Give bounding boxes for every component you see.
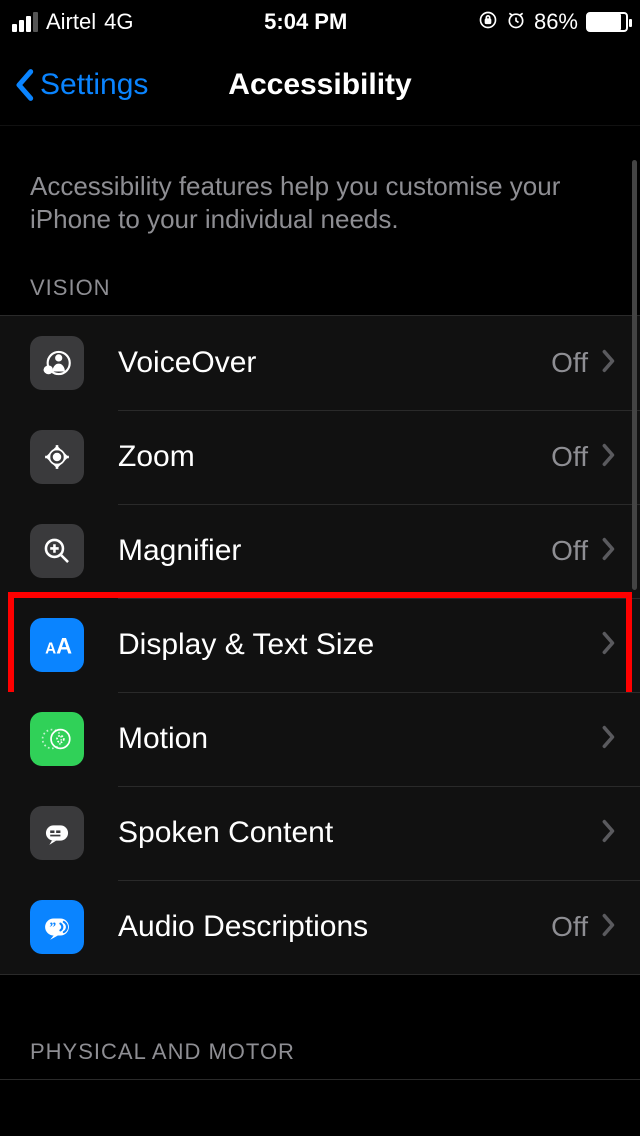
svg-text:A: A [56,634,72,659]
chevron-right-icon [602,725,616,754]
row-magnifier[interactable]: Magnifier Off [0,504,640,598]
row-zoom[interactable]: Zoom Off [0,410,640,504]
text-size-icon: AA [30,618,84,672]
status-time: 5:04 PM [264,9,347,35]
battery-icon [586,12,628,32]
back-label: Settings [40,68,148,102]
svg-text:A: A [45,641,56,658]
row-value: Off [551,347,588,379]
row-audio-descriptions[interactable]: ” Audio Descriptions Off [0,880,640,974]
row-label: Magnifier [118,534,551,568]
row-label: Display & Text Size [118,628,602,662]
row-label: Zoom [118,440,551,474]
motion-icon [30,712,84,766]
voiceover-icon [30,336,84,390]
signal-icon [12,12,38,32]
row-value: Off [551,911,588,943]
back-button[interactable]: Settings [14,68,148,102]
row-label: Spoken Content [118,816,602,850]
section-header-physical: PHYSICAL AND MOTOR [0,1029,640,1079]
scrollbar[interactable] [632,160,637,590]
row-spoken-content[interactable]: Spoken Content [0,786,640,880]
chevron-right-icon [602,443,616,472]
battery-percent: 86% [534,9,578,35]
row-display-text-size[interactable]: AA Display & Text Size [0,598,640,692]
chevron-right-icon [602,819,616,848]
status-bar: Airtel 4G 5:04 PM 86% [0,0,640,44]
page-title: Accessibility [228,68,411,102]
row-label: Audio Descriptions [118,910,551,944]
spoken-content-icon [30,806,84,860]
row-motion[interactable]: Motion [0,692,640,786]
svg-text:”: ” [49,919,56,934]
section-description: Accessibility features help you customis… [0,126,640,265]
chevron-right-icon [602,631,616,660]
alarm-icon [506,10,526,35]
chevron-right-icon [602,913,616,942]
nav-bar: Settings Accessibility [0,44,640,126]
network-label: 4G [104,9,133,35]
chevron-right-icon [602,349,616,378]
row-voiceover[interactable]: VoiceOver Off [0,316,640,410]
chevron-left-icon [14,68,34,102]
row-label: VoiceOver [118,346,551,380]
chevron-right-icon [602,537,616,566]
row-label: Motion [118,722,602,756]
carrier-label: Airtel [46,9,96,35]
row-value: Off [551,535,588,567]
orientation-lock-icon [478,10,498,35]
magnifier-icon [30,524,84,578]
row-value: Off [551,441,588,473]
section-header-vision: VISION [0,265,640,315]
audio-descriptions-icon: ” [30,900,84,954]
zoom-icon [30,430,84,484]
content-scroll[interactable]: Accessibility features help you customis… [0,126,640,1136]
